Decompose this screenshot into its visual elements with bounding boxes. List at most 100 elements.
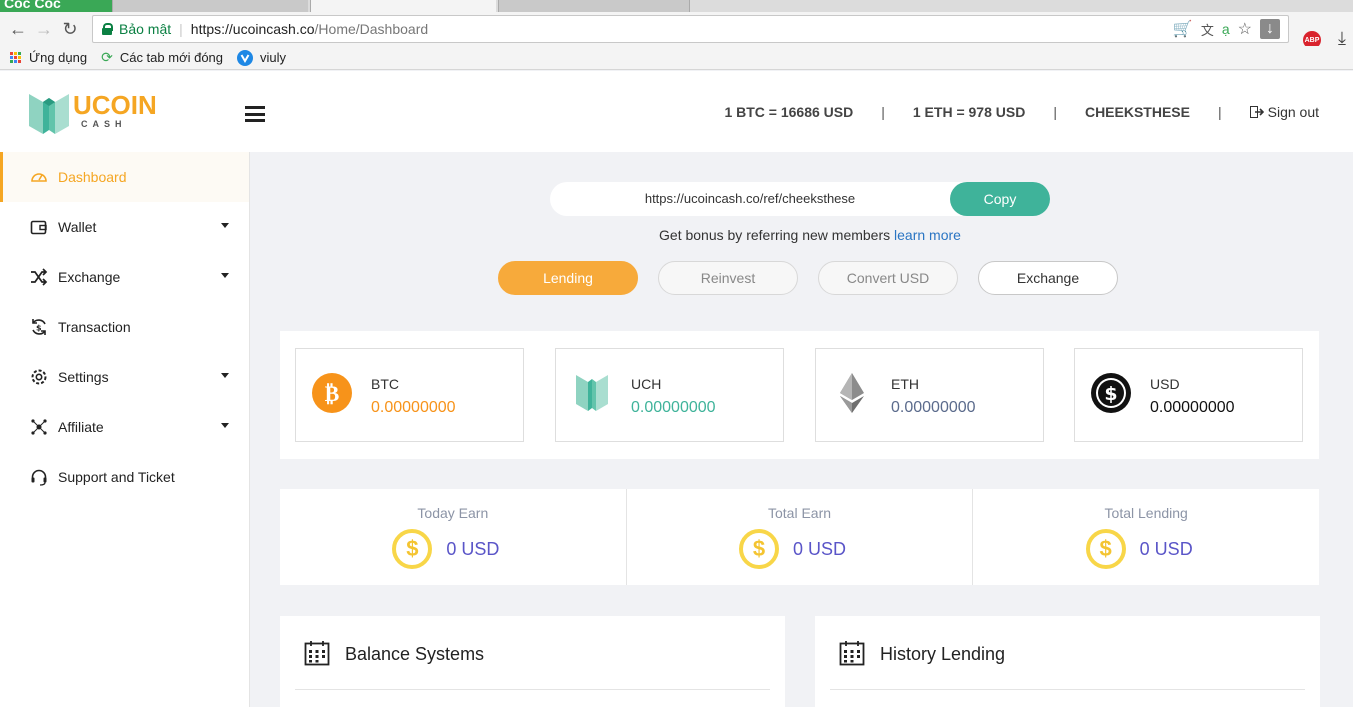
btc-rate: 1 BTC = 16686 USD [724, 104, 854, 120]
history-lending-card: History Lending [815, 616, 1320, 707]
coin-card-btc: ₿ BTC 0.00000000 [295, 348, 524, 442]
card-title: History Lending [880, 644, 1006, 664]
chevron-down-icon[interactable] [221, 373, 229, 378]
chevron-down-icon[interactable] [221, 223, 229, 228]
transaction-icon: $ [30, 318, 48, 336]
browser-tabstrip: Cốc Cốc [0, 0, 1353, 12]
header-divider: | [881, 104, 885, 120]
eth-rate: 1 ETH = 978 USD [912, 104, 1026, 120]
bonus-text: Get bonus by referring new members [659, 227, 891, 243]
card-title: Balance Systems [345, 644, 485, 664]
browser-toolbar: ← → ↻ Bảo mật | https://ucoincash.co/Hom… [0, 12, 1353, 49]
sidebar-item-exchange[interactable]: Exchange [0, 252, 249, 302]
coin-name: UCH [631, 376, 662, 392]
coin-name: ETH [891, 376, 919, 392]
bookmark-star-icon[interactable]: ☆ [1238, 19, 1252, 39]
sidebar-item-wallet[interactable]: Wallet [0, 202, 249, 252]
ucoin-logo[interactable]: UCOIN CASH [29, 88, 157, 138]
recent-tabs-icon: ⟳ [101, 49, 113, 65]
total-lending: Total Lending $ 0 USD [973, 489, 1319, 585]
download-arrow-icon[interactable]: ↓ [1260, 19, 1280, 39]
translate-icon[interactable]: 文 [1201, 20, 1214, 39]
bookmark-label: Các tab mới đóng [119, 50, 224, 65]
convert-usd-button[interactable]: Convert USD [818, 261, 958, 295]
sidebar-item-support[interactable]: Support and Ticket [0, 452, 249, 502]
earn-value: 0 USD [446, 538, 500, 559]
vietnamese-input-icon[interactable]: ạ [1222, 21, 1230, 37]
ethereum-icon [840, 373, 864, 413]
exchange-button[interactable]: Exchange [978, 261, 1118, 295]
shuffle-icon [30, 268, 48, 286]
bookmark-label: Ứng dụng [29, 50, 88, 65]
viuly-icon [237, 49, 254, 66]
browser-tab[interactable] [498, 0, 690, 12]
chevron-down-icon[interactable] [221, 273, 229, 278]
bookmark-recent-tabs[interactable]: ⟳ Các tab mới đóng [101, 49, 223, 66]
gold-dollar-icon: $ [392, 529, 433, 569]
calendar-icon [839, 641, 865, 666]
earn-value: 0 USD [793, 538, 847, 559]
coin-name: USD [1150, 376, 1180, 392]
url-host: https://ucoincash.co [190, 21, 315, 37]
coin-value: 0.00000000 [1150, 399, 1235, 416]
reload-icon[interactable]: ↻ [57, 16, 83, 42]
sidebar-item-settings[interactable]: Settings [0, 352, 249, 402]
bookmarks-bar: Ứng dụng ⟳ Các tab mới đóng viuly [0, 46, 1353, 70]
sidebar: Dashboard Wallet Exchange $ Transaction … [0, 152, 250, 707]
site-header: UCOIN CASH 1 BTC = 16686 USD | 1 ETH = 9… [0, 71, 1353, 152]
sign-out-button[interactable]: Sign out [1249, 104, 1319, 120]
lock-icon [102, 23, 113, 35]
browser-tab-coccoc[interactable]: Cốc Cốc [0, 0, 112, 12]
copy-button[interactable]: Copy [950, 182, 1050, 216]
shopping-cart-icon[interactable]: 🛒 [1173, 19, 1193, 39]
apps-grid-icon [10, 51, 22, 64]
coin-card-uch: UCH 0.00000000 [555, 348, 784, 442]
sidebar-item-affiliate[interactable]: Affiliate [0, 402, 249, 452]
bookmark-label: viuly [260, 50, 287, 65]
gold-dollar-icon: $ [1085, 529, 1126, 569]
earnings-panel: Today Earn $ 0 USD Total Earn $ 0 USD To… [280, 489, 1319, 585]
referral-link[interactable]: https://ucoincash.co/ref/cheeksthese [550, 182, 950, 216]
coin-balances-panel: ₿ BTC 0.00000000 UCH 0.00000000 ETH 0.00… [280, 331, 1319, 459]
lending-button[interactable]: Lending [498, 261, 638, 295]
sidebar-item-label: Wallet [58, 219, 97, 235]
address-bar[interactable]: Bảo mật | https://ucoincash.co/Home/Dash… [92, 15, 1289, 43]
sidebar-item-dashboard[interactable]: Dashboard [0, 152, 249, 202]
reinvest-button[interactable]: Reinvest [658, 261, 798, 295]
gear-icon [30, 368, 48, 386]
sidebar-item-label: Exchange [58, 269, 121, 285]
dollar-icon: $ [1091, 373, 1131, 413]
coin-card-eth: ETH 0.00000000 [815, 348, 1044, 442]
header-divider: | [1053, 104, 1057, 120]
total-earn: Total Earn $ 0 USD [627, 489, 974, 585]
coin-value: 0.00000000 [891, 399, 976, 416]
learn-more-link[interactable]: learn more [894, 227, 961, 243]
calendar-icon [304, 641, 330, 666]
sidebar-item-label: Dashboard [58, 169, 127, 185]
chevron-down-icon[interactable] [221, 423, 229, 428]
today-earn: Today Earn $ 0 USD [280, 489, 627, 585]
browser-tab-active[interactable] [310, 0, 496, 12]
menu-toggle-icon[interactable] [245, 106, 265, 122]
header-divider: | [1217, 104, 1222, 120]
logo-subtitle: CASH [81, 119, 127, 129]
sidebar-item-label: Transaction [58, 319, 131, 335]
bookmark-apps[interactable]: Ứng dụng [10, 50, 87, 65]
svg-text:₿: ₿ [325, 382, 340, 407]
header-info: 1 BTC = 16686 USD | 1 ETH = 978 USD | CH… [724, 104, 1319, 120]
back-icon[interactable]: ← [5, 16, 31, 42]
headset-icon [30, 468, 48, 486]
svg-text:$: $ [1104, 383, 1117, 405]
earn-label: Total Lending [1104, 505, 1188, 521]
logo-text: UCOIN [73, 90, 157, 120]
sidebar-item-transaction[interactable]: $ Transaction [0, 302, 249, 352]
coin-card-usd: $ USD 0.00000000 [1074, 348, 1303, 442]
divider [830, 689, 1305, 690]
username[interactable]: CHEEKSTHESE [1085, 104, 1190, 120]
bookmark-viuly[interactable]: viuly [237, 49, 287, 66]
dashboard-gauge-icon [30, 168, 48, 186]
forward-icon[interactable]: → [31, 16, 57, 42]
earn-label: Today Earn [417, 505, 489, 521]
browser-tab[interactable] [112, 0, 308, 12]
coin-value: 0.00000000 [371, 399, 456, 416]
